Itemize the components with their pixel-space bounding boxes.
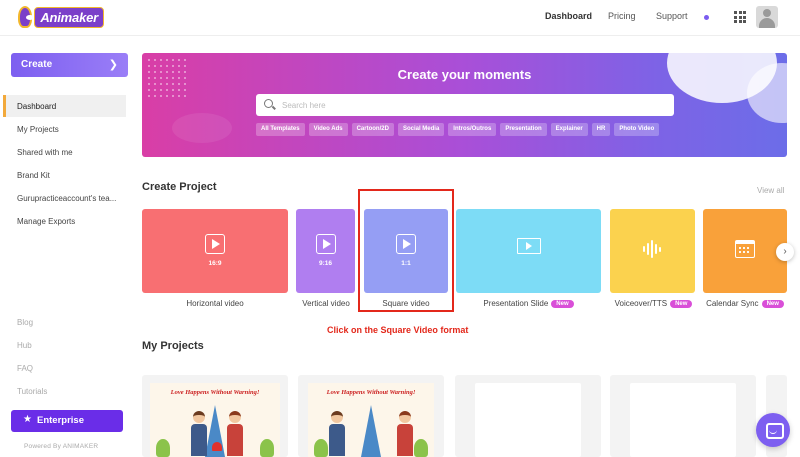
project-card[interactable]: Love Happens Without Warning! [142, 375, 288, 457]
thumbnail-title: Love Happens Without Warning! [170, 389, 260, 396]
card-label-voiceover: Voiceover/TTS New [606, 299, 701, 308]
calendar-icon [735, 240, 755, 258]
nav-pricing[interactable]: Pricing [608, 11, 636, 21]
heart-icon [212, 442, 222, 451]
search-input[interactable] [282, 97, 662, 113]
search-icon [264, 99, 273, 108]
chip-photo-video[interactable]: Photo Video [614, 123, 660, 136]
man-illustration [190, 411, 208, 457]
banner-title: Create your moments [397, 67, 532, 82]
new-badge: New [551, 300, 574, 308]
sidebar-item-manage-exports[interactable]: Manage Exports [3, 210, 126, 232]
card-label-text: Vertical video [302, 299, 350, 308]
waveform-icon [642, 239, 663, 259]
animaker-mascot-icon [18, 6, 35, 28]
chip-explainer[interactable]: Explainer [550, 123, 588, 136]
chat-support-icon[interactable] [756, 413, 790, 447]
card-label-presentation: Presentation Slide New [456, 299, 601, 308]
tree-decoration [156, 439, 170, 457]
enterprise-button[interactable]: ★ Enterprise [11, 410, 123, 432]
card-label-horizontal: Horizontal video [142, 299, 288, 308]
category-chips: All Templates Video Ads Cartoon/2D Socia… [256, 123, 660, 136]
project-thumbnail: Love Happens Without Warning! [150, 383, 280, 457]
woman-illustration [396, 411, 414, 457]
tree-decoration [414, 439, 428, 457]
sidebar-link-hub[interactable]: Hub [17, 341, 32, 350]
hero-banner: Create your moments All Templates Video … [142, 53, 787, 157]
create-project-heading: Create Project [142, 181, 217, 193]
card-label-text: Voiceover/TTS [614, 299, 668, 308]
user-avatar[interactable] [756, 6, 778, 28]
highlight-box [358, 189, 454, 312]
apps-grid-icon[interactable] [734, 11, 746, 23]
thumbnail-title: Love Happens Without Warning! [326, 389, 416, 396]
chip-hr[interactable]: HR [591, 123, 611, 136]
woman-illustration [226, 411, 244, 457]
card-voiceover-tts[interactable] [610, 209, 695, 293]
card-label-text: Presentation Slide [483, 299, 549, 308]
brand-name: Animaker [34, 6, 104, 28]
nav-support[interactable]: Support [656, 11, 688, 21]
notification-dot-icon[interactable] [704, 15, 709, 20]
view-all-link[interactable]: View all [757, 186, 784, 195]
card-vertical-video[interactable]: 9:16 [296, 209, 355, 293]
card-ratio: 16:9 [208, 260, 222, 267]
search-box[interactable] [256, 94, 674, 116]
sidebar-item-shared-with-me[interactable]: Shared with me [3, 141, 126, 163]
placeholder-thumbnail [630, 383, 736, 457]
card-horizontal-video[interactable]: 16:9 [142, 209, 288, 293]
banner-shape-decoration [172, 113, 232, 143]
chip-intros-outros[interactable]: Intros/Outros [448, 123, 497, 136]
new-badge: New [761, 300, 784, 308]
sidebar-link-faq[interactable]: FAQ [17, 364, 33, 373]
play-icon [315, 234, 336, 254]
sidebar-item-team[interactable]: Gurupracticeaccount's tea... [3, 187, 126, 209]
chip-video-ads[interactable]: Video Ads [308, 123, 348, 136]
chevron-right-icon: ❯ [108, 59, 118, 71]
card-label-text: Calendar Sync [706, 299, 759, 308]
sidebar-item-dashboard[interactable]: Dashboard [3, 95, 126, 117]
annotation-text: Click on the Square Video format [327, 325, 469, 335]
card-label-vertical: Vertical video [290, 299, 362, 308]
card-label-calendar: Calendar Sync New [703, 299, 787, 308]
project-card-placeholder[interactable] [610, 375, 756, 457]
card-ratio: 9:16 [318, 260, 332, 267]
project-card[interactable]: Love Happens Without Warning! [298, 375, 444, 457]
project-card-placeholder[interactable] [455, 375, 601, 457]
chip-cartoon-2d[interactable]: Cartoon/2D [351, 123, 394, 136]
my-projects-heading: My Projects [142, 340, 204, 352]
card-calendar-sync[interactable] [703, 209, 787, 293]
chip-presentation[interactable]: Presentation [500, 123, 547, 136]
eiffel-tower-illustration [361, 405, 381, 457]
project-thumbnail: Love Happens Without Warning! [308, 383, 434, 457]
create-button[interactable]: Create ❯ [11, 53, 128, 77]
star-icon: ★ [23, 414, 32, 425]
tree-decoration [314, 439, 328, 457]
create-button-label: Create [21, 59, 53, 70]
sidebar-link-blog[interactable]: Blog [17, 318, 33, 327]
man-illustration [328, 411, 346, 457]
tree-decoration [260, 439, 274, 457]
card-label-text: Horizontal video [186, 299, 244, 308]
sidebar-item-brand-kit[interactable]: Brand Kit [3, 164, 126, 186]
powered-by-text: Powered By ANIMAKER [24, 443, 99, 450]
nav-dashboard[interactable]: Dashboard [545, 11, 592, 21]
play-icon [205, 234, 225, 254]
sidebar-link-tutorials[interactable]: Tutorials [17, 387, 47, 396]
sidebar-item-my-projects[interactable]: My Projects [3, 118, 126, 140]
chip-all-templates[interactable]: All Templates [256, 123, 305, 136]
placeholder-thumbnail [475, 383, 581, 457]
chevron-right-icon[interactable]: › [776, 243, 794, 261]
card-presentation-slide[interactable] [456, 209, 601, 293]
chip-social-media[interactable]: Social Media [397, 123, 445, 136]
presentation-icon [516, 238, 541, 254]
enterprise-label: Enterprise [37, 415, 84, 426]
top-header: Animaker Dashboard Pricing Support [0, 0, 800, 36]
new-badge: New [670, 300, 693, 308]
animaker-logo[interactable]: Animaker [18, 5, 104, 29]
